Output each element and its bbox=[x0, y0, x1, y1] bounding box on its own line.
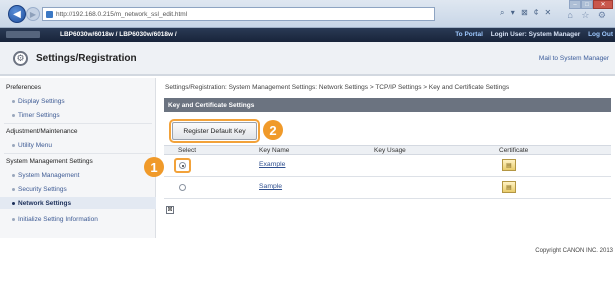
certificate-icon[interactable]: ▤ bbox=[502, 159, 516, 171]
sidebar-item-label: Security Settings bbox=[18, 185, 67, 193]
address-tools-icons[interactable]: ⌕ ▾ ⊠ ¢ ✕ bbox=[500, 8, 553, 18]
sidebar-item-timer-settings[interactable]: Timer Settings bbox=[0, 109, 156, 121]
bullet-icon bbox=[12, 187, 15, 191]
sidebar-item-utility-menu[interactable]: Utility Menu bbox=[0, 139, 156, 151]
section-title-bar: Key and Certificate Settings bbox=[164, 98, 611, 112]
home-favorites-tools-icons[interactable]: ⌂ ☆ ⚙ bbox=[567, 10, 609, 21]
mail-to-system-manager-link[interactable]: Mail to System Manager bbox=[539, 55, 609, 62]
minimize-icon[interactable]: – bbox=[569, 0, 581, 9]
copyright: Copyright CANON INC. 2013 bbox=[535, 248, 613, 254]
maximize-icon[interactable]: □ bbox=[581, 0, 593, 9]
sidebar-item-label: Initialize Setting Information bbox=[18, 215, 98, 223]
sidebar-item-network-settings[interactable]: Network Settings bbox=[0, 197, 156, 209]
browser-chrome: ◀ ▶ http://192.168.0.215/m_network_ssl_e… bbox=[0, 0, 615, 28]
expand-icon[interactable]: ⊠ bbox=[166, 206, 174, 214]
close-icon[interactable]: ✕ bbox=[593, 0, 613, 9]
sidebar-section-adjustment: Adjustment/Maintenance bbox=[6, 127, 78, 135]
sidebar-item-security-settings[interactable]: Security Settings bbox=[0, 183, 156, 195]
table-row: Example ▤ bbox=[164, 155, 611, 177]
device-name: LBP6030w/6018w / LBP6030w/6018w / bbox=[60, 31, 177, 38]
sidebar-section-system-management-settings: System Management Settings bbox=[6, 157, 93, 165]
sidebar-section-preferences: Preferences bbox=[6, 83, 42, 91]
sidebar-item-label: Utility Menu bbox=[18, 141, 52, 149]
bullet-icon bbox=[12, 201, 15, 205]
breadcrumb: Settings/Registration: System Management… bbox=[165, 84, 510, 91]
device-logo bbox=[6, 31, 40, 38]
back-arrow-icon[interactable]: ◀ bbox=[8, 5, 26, 23]
table-row: Sample ▤ bbox=[164, 177, 611, 199]
bullet-icon bbox=[12, 99, 15, 103]
key-name-link[interactable]: Sample bbox=[259, 183, 282, 190]
certificate-icon[interactable]: ▤ bbox=[502, 181, 516, 193]
forward-arrow-icon[interactable]: ▶ bbox=[26, 7, 40, 21]
sidebar-item-label: System Management bbox=[18, 171, 80, 179]
sidebar-item-system-management[interactable]: System Management bbox=[0, 169, 156, 181]
address-url: http://192.168.0.215/m_network_ssl_edit.… bbox=[56, 10, 188, 18]
column-header-key-usage: Key Usage bbox=[374, 147, 406, 154]
device-links: To Portal Login User: System Manager Log… bbox=[449, 31, 613, 38]
bullet-icon bbox=[12, 113, 15, 117]
callout-2: 2 bbox=[263, 120, 283, 140]
logout-link[interactable]: Log Out bbox=[588, 31, 613, 38]
column-header-select: Select bbox=[178, 147, 197, 154]
bullet-icon bbox=[12, 173, 15, 177]
key-select-radio[interactable] bbox=[179, 184, 186, 191]
sidebar-item-label: Display Settings bbox=[18, 97, 65, 105]
callout-1: 1 bbox=[144, 157, 164, 177]
sidebar-item-label: Network Settings bbox=[18, 199, 72, 207]
sidebar-item-display-settings[interactable]: Display Settings bbox=[0, 95, 156, 107]
sidebar-divider bbox=[4, 153, 152, 154]
sidebar-item-initialize[interactable]: Initialize Setting Information bbox=[0, 213, 156, 225]
column-header-key-name: Key Name bbox=[259, 147, 290, 154]
register-default-key-button[interactable]: Register Default Key bbox=[169, 119, 260, 143]
settings-header: ⚙ Settings/Registration Mail to System M… bbox=[0, 42, 615, 76]
to-portal-link[interactable]: To Portal bbox=[455, 31, 483, 38]
bullet-icon bbox=[12, 217, 15, 221]
window-controls: – □ ✕ bbox=[569, 0, 613, 9]
table-header: Select Key Name Key Usage Certificate bbox=[164, 145, 611, 155]
device-header: LBP6030w/6018w / LBP6030w/6018w / To Por… bbox=[0, 28, 615, 42]
settings-gear-icon: ⚙ bbox=[13, 51, 28, 66]
sidebar: Preferences Display Settings Timer Setti… bbox=[0, 78, 156, 238]
address-bar[interactable]: http://192.168.0.215/m_network_ssl_edit.… bbox=[42, 7, 435, 21]
page-title: Settings/Registration bbox=[36, 53, 137, 64]
login-user: Login User: System Manager bbox=[490, 31, 581, 38]
sidebar-item-label: Timer Settings bbox=[18, 111, 60, 119]
bullet-icon bbox=[12, 143, 15, 147]
site-favicon-icon bbox=[46, 10, 53, 18]
column-header-certificate: Certificate bbox=[499, 147, 529, 154]
key-name-link[interactable]: Example bbox=[259, 161, 285, 168]
sidebar-divider bbox=[4, 123, 152, 124]
radio-highlight bbox=[174, 158, 191, 173]
